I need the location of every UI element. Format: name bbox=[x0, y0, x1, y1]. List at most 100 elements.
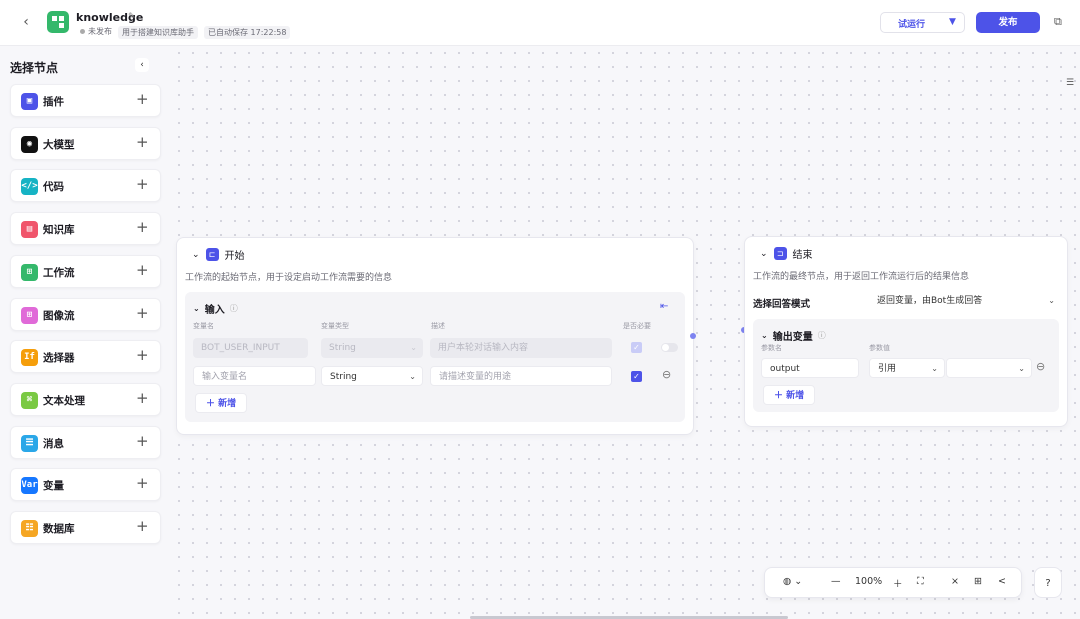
edit-icon[interactable]: ✎ bbox=[128, 12, 136, 22]
column-header-name: 变量名 bbox=[193, 322, 214, 330]
add-node-icon[interactable]: + bbox=[136, 304, 149, 322]
variable-description-field: 用户本轮对话输入内容 bbox=[430, 338, 612, 358]
end-node-description: 工作流的最终节点，用于返回工作流运行后的结果信息 bbox=[753, 272, 970, 282]
column-header-description: 描述 bbox=[431, 322, 445, 330]
add-node-icon[interactable]: + bbox=[136, 432, 149, 450]
chevron-down-icon[interactable]: ⌄ bbox=[193, 304, 200, 313]
node-item-label: 文本处理 bbox=[43, 394, 85, 407]
panel-toggle-icon[interactable]: ☰ bbox=[1066, 78, 1074, 88]
chevron-down-icon[interactable]: ⌄ bbox=[931, 359, 938, 379]
remove-row-icon[interactable]: ⊖ bbox=[662, 368, 671, 381]
help-icon[interactable]: ? bbox=[1034, 567, 1062, 598]
test-run-button[interactable]: 试运行 ▼ bbox=[880, 12, 965, 33]
caret-down-icon[interactable]: ▼ bbox=[949, 17, 956, 27]
node-sidebar: 选择节点 ‹ ▣ 插件 + ◉ 大模型 + </> 代码 + ▤ 知识库 + ⊞ 工作流 + ⊞ 图像流 + If 选… bbox=[0, 46, 172, 619]
add-node-icon[interactable]: + bbox=[136, 90, 149, 108]
chevron-down-icon[interactable]: ⌄ bbox=[760, 249, 768, 259]
node-item[interactable]: ◉ 大模型 + bbox=[10, 126, 161, 160]
add-node-icon[interactable]: + bbox=[136, 175, 149, 193]
answer-mode-label: 选择回答模式 bbox=[753, 299, 811, 310]
zoom-level[interactable]: 100% bbox=[855, 576, 882, 587]
sidebar-title: 选择节点 bbox=[10, 61, 59, 75]
zoom-in-icon[interactable]: ＋ bbox=[893, 576, 903, 590]
start-node-title: 开始 bbox=[224, 251, 245, 262]
plus-icon: ＋ bbox=[206, 399, 219, 409]
publish-button[interactable]: 发布 bbox=[976, 12, 1040, 33]
add-node-icon[interactable]: + bbox=[136, 133, 149, 151]
node-item-label: 变量 bbox=[43, 480, 64, 493]
node-item-label: 图像流 bbox=[43, 309, 75, 322]
node-item[interactable]: ⊞ 工作流 + bbox=[10, 254, 161, 288]
variable-description-input[interactable]: 请描述变量的用途 bbox=[430, 366, 612, 386]
import-icon[interactable]: ⇤ bbox=[660, 301, 668, 312]
required-toggle bbox=[661, 343, 678, 352]
start-node-description: 工作流的起始节点，用于设定启动工作流需要的信息 bbox=[185, 273, 393, 283]
workflow-icon: ⊞ bbox=[21, 263, 38, 281]
node-item[interactable]: If 选择器 + bbox=[10, 340, 161, 374]
code-icon: </> bbox=[21, 178, 38, 196]
column-header-param-value: 参数值 bbox=[869, 344, 890, 352]
remove-row-icon[interactable]: ⊖ bbox=[1036, 360, 1045, 373]
info-icon: ⓘ bbox=[229, 304, 238, 313]
node-item[interactable]: ▤ 知识库 + bbox=[10, 212, 161, 246]
node-item[interactable]: ☷ 数据库 + bbox=[10, 511, 161, 544]
output-section-title: ⌄ 输出变量 ⓘ bbox=[761, 331, 826, 343]
chevron-down-icon: ⌄ bbox=[410, 343, 417, 352]
input-section-title: ⌄ 输入 ⓘ bbox=[193, 304, 238, 316]
start-node-icon: ⊏ bbox=[205, 248, 219, 261]
add-node-icon[interactable]: + bbox=[136, 261, 149, 279]
text-process-icon: ⌘ bbox=[21, 391, 38, 409]
variable-icon: Var bbox=[21, 477, 38, 495]
auto-layout-icon[interactable]: ⊞ bbox=[974, 576, 982, 587]
answer-mode-select[interactable]: 返回变量，由Bot生成回答 ⌄ bbox=[869, 291, 1061, 311]
start-node[interactable]: ⌄ ⊏ 开始 工作流的起始节点，用于设定启动工作流需要的信息 ⌄ 输入 ⓘ ⇤ … bbox=[176, 237, 694, 435]
node-item[interactable]: ⌘ 文本处理 + bbox=[10, 382, 161, 416]
add-node-icon[interactable]: + bbox=[136, 346, 149, 364]
mouse-mode-icon[interactable]: ◍ ⌄ bbox=[783, 576, 802, 587]
node-item[interactable]: ☰ 消息 + bbox=[10, 425, 161, 459]
chevron-down-icon[interactable]: ⌄ bbox=[1018, 359, 1025, 379]
chevron-down-icon[interactable]: ⌄ bbox=[192, 250, 200, 260]
app-description: 用于搭建知识库助手 bbox=[118, 26, 198, 39]
required-checkbox[interactable]: ✓ bbox=[631, 371, 642, 382]
test-run-label: 试运行 bbox=[898, 20, 926, 30]
database-icon: ☷ bbox=[21, 520, 38, 537]
fit-view-icon[interactable]: ⛶ bbox=[917, 576, 924, 587]
add-node-icon[interactable]: + bbox=[136, 389, 149, 407]
collapse-all-icon[interactable]: ⨯ bbox=[951, 576, 959, 587]
collapse-sidebar-icon[interactable]: ‹ bbox=[135, 58, 149, 72]
plus-icon: ＋ bbox=[774, 391, 787, 401]
plugin-icon: ▣ bbox=[21, 93, 38, 110]
variable-type-select[interactable]: String ⌄ bbox=[321, 366, 423, 386]
add-node-icon[interactable]: + bbox=[136, 474, 149, 492]
add-node-icon[interactable]: + bbox=[136, 517, 149, 535]
end-node-icon: ⊐ bbox=[773, 247, 787, 260]
column-header-type: 变量类型 bbox=[321, 322, 349, 330]
message-icon: ☰ bbox=[21, 434, 38, 452]
node-item[interactable]: ▣ 插件 + bbox=[10, 84, 161, 117]
minimap-icon[interactable]: < bbox=[998, 576, 1006, 587]
add-node-icon[interactable]: + bbox=[136, 218, 149, 236]
output-section: ⌄ 输出变量 ⓘ 参数名 参数值 output 引用 ⌄ ⌄ ⊖ ＋ 新增 bbox=[753, 319, 1059, 412]
chevron-down-icon[interactable]: ⌄ bbox=[1048, 291, 1055, 311]
param-name-input[interactable]: output bbox=[761, 358, 859, 378]
variable-name-input[interactable]: 输入变量名 bbox=[193, 366, 316, 386]
add-variable-button[interactable]: ＋ 新增 bbox=[195, 393, 248, 413]
start-output-port[interactable] bbox=[690, 333, 696, 339]
param-ref-select[interactable]: 引用 ⌄ bbox=[869, 358, 945, 378]
node-item[interactable]: </> 代码 + bbox=[10, 169, 161, 203]
node-item[interactable]: ⊞ 图像流 + bbox=[10, 297, 161, 331]
copy-icon[interactable]: ⧉ bbox=[1054, 15, 1062, 29]
llm-icon: ◉ bbox=[21, 135, 38, 153]
imageflow-icon: ⊞ bbox=[21, 306, 38, 324]
chevron-down-icon[interactable]: ⌄ bbox=[409, 367, 416, 387]
add-output-button[interactable]: ＋ 新增 bbox=[763, 385, 816, 405]
back-arrow-icon[interactable]: ‹ bbox=[18, 14, 34, 30]
zoom-out-icon[interactable]: — bbox=[831, 576, 841, 587]
end-node[interactable]: ⌄ ⊐ 结束 工作流的最终节点，用于返回工作流运行后的结果信息 选择回答模式 返… bbox=[744, 236, 1068, 427]
node-item[interactable]: Var 变量 + bbox=[10, 468, 161, 502]
param-value-select[interactable]: ⌄ bbox=[946, 358, 1032, 378]
chevron-down-icon[interactable]: ⌄ bbox=[761, 331, 768, 340]
info-icon: ⓘ bbox=[817, 331, 826, 340]
knowledge-icon: ▤ bbox=[21, 221, 38, 239]
